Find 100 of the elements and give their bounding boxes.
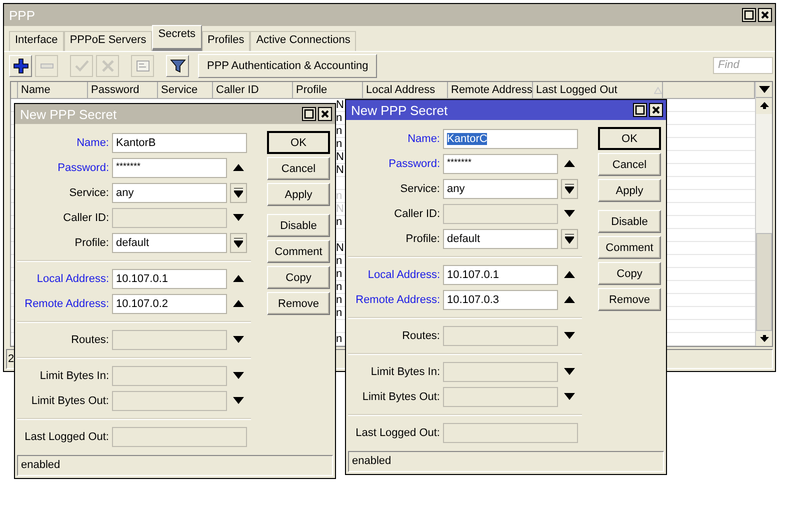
collapse-icon[interactable] [233, 275, 244, 282]
dropdown-icon [234, 188, 243, 198]
window-title: PPP [9, 8, 36, 22]
column-menu-icon[interactable] [758, 86, 770, 94]
collapse-icon[interactable] [233, 300, 244, 307]
input-field[interactable]: KantorC [443, 128, 578, 148]
input-field[interactable]: 10.107.0.3 [443, 290, 558, 310]
tab[interactable]: Secrets [152, 25, 202, 51]
input-field[interactable]: any [443, 178, 558, 198]
dialog-button[interactable]: Apply [267, 183, 330, 206]
accounting-button[interactable]: PPP Authentication & Accounting [198, 54, 378, 78]
status-text: enabled [21, 459, 60, 471]
column-header[interactable]: Profile [293, 82, 363, 99]
column-header[interactable]: Remote Address [448, 82, 533, 99]
field-label: Routes: [70, 334, 109, 346]
column-header[interactable]: Caller ID [213, 82, 293, 99]
tab[interactable]: PPPoE Servers [64, 31, 152, 51]
dialog-button[interactable]: Disable [598, 210, 661, 233]
field-label: Name: [406, 132, 440, 144]
field-label: Limit Bytes In: [38, 370, 109, 382]
input-field[interactable]: 10.107.0.1 [112, 268, 227, 288]
input-field[interactable] [112, 426, 247, 446]
input-field[interactable]: any [112, 182, 227, 202]
scroll-up-icon[interactable] [760, 102, 768, 110]
expand-icon[interactable] [564, 368, 575, 375]
maximize-icon[interactable] [742, 8, 756, 22]
expand-icon[interactable] [564, 332, 575, 339]
close-icon[interactable] [318, 107, 332, 121]
dropdown-button[interactable] [230, 182, 247, 202]
dialog-button[interactable]: Remove [598, 288, 661, 311]
input-field[interactable] [443, 386, 558, 406]
table-cell: N [336, 203, 344, 215]
field-label: Last Logged Out: [354, 426, 440, 438]
column-header[interactable]: Service [158, 82, 213, 99]
dialog-title: New PPP Secret [20, 106, 117, 122]
column-header[interactable]: Name [18, 82, 88, 99]
table-cell: N [336, 242, 344, 254]
input-field[interactable] [443, 422, 578, 442]
table-cell: n [336, 255, 342, 267]
dialog-button[interactable]: OK [267, 131, 330, 154]
dropdown-button[interactable] [561, 178, 578, 198]
dialog-button[interactable]: Cancel [598, 153, 661, 176]
field-label: Routes: [401, 330, 440, 342]
dropdown-button[interactable] [561, 228, 578, 248]
dialog-button[interactable]: Comment [267, 240, 330, 263]
dialog-button[interactable]: Apply [598, 179, 661, 202]
maximize-icon[interactable] [633, 103, 647, 117]
field-label: Local Address: [366, 268, 440, 280]
column-header[interactable]: Last Logged Out [533, 82, 663, 99]
expand-icon[interactable] [233, 214, 244, 221]
dialog-button[interactable]: Comment [598, 236, 661, 259]
input-field[interactable]: KantorB [112, 132, 247, 152]
dialog-button[interactable]: Copy [598, 262, 661, 285]
tab[interactable]: Profiles [202, 31, 250, 51]
input-field[interactable] [112, 390, 227, 410]
input-field[interactable]: ******* [112, 158, 227, 178]
input-field[interactable] [443, 362, 558, 382]
input-field[interactable] [443, 204, 558, 224]
dialog-button[interactable]: Copy [267, 266, 330, 289]
table-cell: n [336, 268, 342, 280]
expand-icon[interactable] [564, 210, 575, 217]
plus-icon [12, 58, 28, 74]
dialog-button[interactable]: Cancel [267, 157, 330, 180]
input-field[interactable] [112, 366, 227, 386]
input-field[interactable]: default [112, 232, 227, 252]
input-field[interactable]: ******* [443, 154, 558, 174]
input-field[interactable] [112, 330, 227, 350]
close-icon[interactable] [758, 8, 772, 22]
column-header[interactable]: Local Address [363, 82, 448, 99]
tab[interactable]: Active Connections [250, 31, 356, 51]
field-label: Profile: [74, 236, 109, 248]
input-field[interactable] [112, 208, 227, 228]
collapse-icon[interactable] [233, 164, 244, 171]
table-cell: N [336, 164, 344, 176]
expand-icon[interactable] [233, 397, 244, 404]
close-icon[interactable] [649, 103, 663, 117]
input-field[interactable]: 10.107.0.1 [443, 264, 558, 284]
collapse-icon[interactable] [564, 271, 575, 278]
dialog-button[interactable]: Disable [267, 214, 330, 237]
scroll-down-icon[interactable] [760, 334, 768, 342]
check-icon [74, 58, 90, 74]
column-header[interactable]: Password [88, 82, 158, 99]
collapse-icon[interactable] [564, 160, 575, 167]
expand-icon[interactable] [564, 393, 575, 400]
scrollbar-thumb[interactable] [756, 232, 772, 331]
field-label: Profile: [404, 232, 440, 244]
maximize-icon[interactable] [302, 107, 316, 121]
input-field[interactable]: 10.107.0.2 [112, 294, 227, 314]
expand-icon[interactable] [233, 336, 244, 343]
collapse-icon[interactable] [564, 296, 575, 303]
table-cell: n [336, 307, 342, 319]
input-field[interactable]: default [443, 228, 558, 248]
field-label: Limit Bytes Out: [30, 394, 109, 406]
dropdown-button[interactable] [230, 232, 247, 252]
input-field[interactable] [443, 326, 558, 346]
dialog-title: New PPP Secret [351, 102, 448, 118]
tab[interactable]: Interface [9, 31, 64, 51]
dialog-button[interactable]: Remove [267, 292, 330, 315]
dialog-button[interactable]: OK [598, 127, 661, 150]
note-icon [134, 58, 150, 74]
